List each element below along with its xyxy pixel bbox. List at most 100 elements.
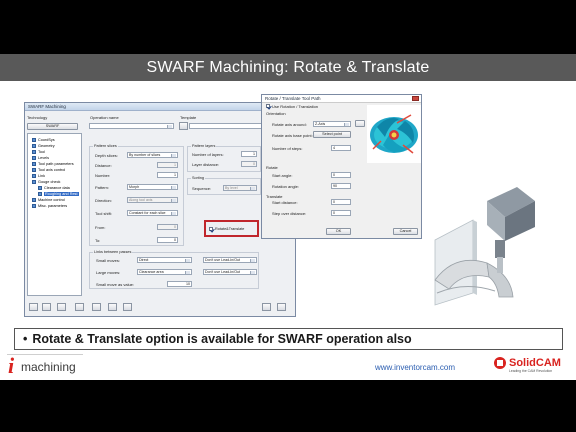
tree-item-gouge-check[interactable]: Gouge check [32, 179, 60, 185]
swarf-dialog-title: SWARF Machining [28, 104, 66, 109]
tree-item-coordsys[interactable]: CoordSys [32, 137, 55, 143]
roughing-icon [38, 191, 42, 196]
tree-item-roughing-and-rest[interactable]: Roughing and Rest [38, 191, 79, 197]
tool-axis-icon [32, 167, 36, 172]
imachining-logo: i machining [7, 353, 83, 377]
lead-in-small-select[interactable]: Don't use Lead-In/Out [203, 257, 257, 263]
bullet-text: Rotate & Translate option is available f… [32, 332, 412, 346]
select-point-button[interactable]: Select point [313, 131, 351, 138]
sequence-select[interactable]: By level [223, 185, 257, 191]
tree-item-tool[interactable]: Tool [32, 149, 45, 155]
swarf-dialog-titlebar: SWARF Machining [25, 103, 295, 111]
imachining-logo-i: i [8, 353, 15, 377]
preview-icon[interactable] [123, 303, 132, 311]
tool-shift-label: Tool shift: [95, 211, 112, 216]
template-field[interactable] [189, 123, 269, 129]
pattern-select[interactable]: Morph [127, 184, 178, 190]
website-link[interactable]: www.inventorcam.com [375, 363, 455, 372]
tool-icon [32, 149, 36, 154]
to-label: To: [95, 238, 101, 243]
from-label: From: [95, 225, 106, 230]
solidcam-logo: SolidCAM Leading the CAM Revolution [491, 353, 571, 375]
links-group-label: Links between passes [93, 250, 133, 254]
solidcam-logo-text: SolidCAM [509, 357, 561, 369]
tree-item-machine-control[interactable]: Machine control [32, 197, 65, 203]
highlight-box [204, 220, 259, 237]
template-save-icon[interactable] [179, 122, 188, 130]
layer-distance-field[interactable]: 0 [241, 161, 257, 167]
coordsys-icon [32, 137, 36, 142]
info-icon[interactable] [92, 303, 101, 311]
technology-button[interactable]: SWARF [27, 123, 78, 130]
translate-group-label: Translate [266, 194, 283, 199]
help-icon[interactable] [262, 303, 271, 311]
save-calc-icon[interactable] [42, 303, 51, 311]
pattern-layers-group-label: Pattern layers [191, 144, 217, 148]
rotation-angle-field[interactable]: 90 [331, 183, 351, 189]
start-distance-label: Start distance: [272, 200, 298, 205]
save-icon[interactable] [29, 303, 38, 311]
operation-name-field[interactable] [89, 123, 174, 129]
simulate-icon[interactable] [57, 303, 66, 311]
clearance-icon [38, 185, 42, 190]
gcode-icon[interactable] [75, 303, 84, 311]
rotation-angle-label: Rotation angle: [272, 184, 299, 189]
slide: SWARF Machining: Rotate & Translate SWAR… [0, 0, 576, 432]
to-field[interactable]: 0 [157, 237, 178, 243]
rotate-dialog-titlebar: Rotate / Translate Tool Path [262, 95, 421, 103]
number-of-steps-label: Number of steps: [272, 146, 303, 151]
calc-icon[interactable] [108, 303, 117, 311]
distance-field[interactable]: 1 [157, 162, 178, 168]
lead-in-large-select[interactable]: Don't use Lead-In/Out [203, 269, 257, 275]
tool-path-icon [32, 161, 36, 166]
top-band [0, 0, 576, 54]
number-of-steps-field[interactable]: 4 [331, 145, 351, 151]
link-icon [32, 173, 36, 178]
number-field[interactable]: 1 [157, 172, 178, 178]
axis-pick-button[interactable] [355, 120, 365, 127]
direction-select[interactable]: Along tool axis [127, 197, 178, 203]
small-moves-label: Small moves: [96, 258, 121, 263]
pattern-slices-group: Pattern slices [89, 144, 184, 246]
gouge-check-icon [32, 179, 36, 184]
machine-control-icon [32, 197, 36, 202]
close-icon[interactable] [412, 96, 419, 101]
title-bar: SWARF Machining: Rotate & Translate [0, 54, 576, 81]
tree-item-tool-axis-control[interactable]: Tool axis control [32, 167, 65, 173]
exit-icon[interactable] [277, 303, 286, 311]
small-moves-select[interactable]: Direct [137, 257, 192, 263]
tree-item-tool-path-parameters[interactable]: Tool path parameters [32, 161, 74, 167]
start-angle-label: Start angle: [272, 173, 293, 178]
tree-item-link[interactable]: Link [32, 173, 45, 179]
bullet-dot: • [23, 332, 28, 346]
tree-item-levels[interactable]: Levels [32, 155, 49, 161]
depth-slices-label: Depth slices: [95, 153, 118, 158]
number-of-layers-label: Number of layers: [192, 152, 224, 157]
bottom-band [0, 380, 576, 432]
start-angle-field[interactable]: 0 [331, 172, 351, 178]
imachining-logo-text: machining [21, 360, 76, 374]
depth-slices-select[interactable]: By number of slices [127, 152, 178, 158]
orientation-label: Orientation [266, 111, 286, 116]
use-rotation-checkbox[interactable] [266, 104, 270, 108]
tree-item-clearance-data[interactable]: Clearance data [38, 185, 70, 191]
start-distance-field[interactable]: 0 [331, 199, 351, 205]
tool-shift-select[interactable]: Constant for each slice [127, 210, 178, 216]
ok-button[interactable]: OK [326, 228, 351, 235]
small-move-value-field[interactable]: 10 [167, 281, 192, 287]
cancel-button[interactable]: Cancel [393, 228, 418, 235]
rotate-axis-label: Rotate axis around: [272, 122, 307, 127]
bullet-box: • Rotate & Translate option is available… [14, 328, 563, 350]
step-distance-label: Step over distance: [272, 211, 307, 216]
sorting-group-label: Sorting [191, 176, 206, 180]
number-of-layers-field[interactable]: 1 [241, 151, 257, 157]
rotate-dialog-title: Rotate / Translate Tool Path [265, 96, 321, 101]
tree-item-geometry[interactable]: Geometry [32, 143, 55, 149]
large-moves-select[interactable]: Clearance area [137, 269, 192, 275]
rotate-axis-select[interactable]: Z-Axis [313, 121, 351, 127]
machine-illustration [434, 187, 535, 306]
from-field[interactable]: 0 [157, 224, 178, 230]
tree-item-misc-parameters[interactable]: Misc. parameters [32, 203, 67, 209]
layer-distance-label: Layer distance: [192, 162, 220, 167]
step-distance-field[interactable]: 0 [331, 210, 351, 216]
